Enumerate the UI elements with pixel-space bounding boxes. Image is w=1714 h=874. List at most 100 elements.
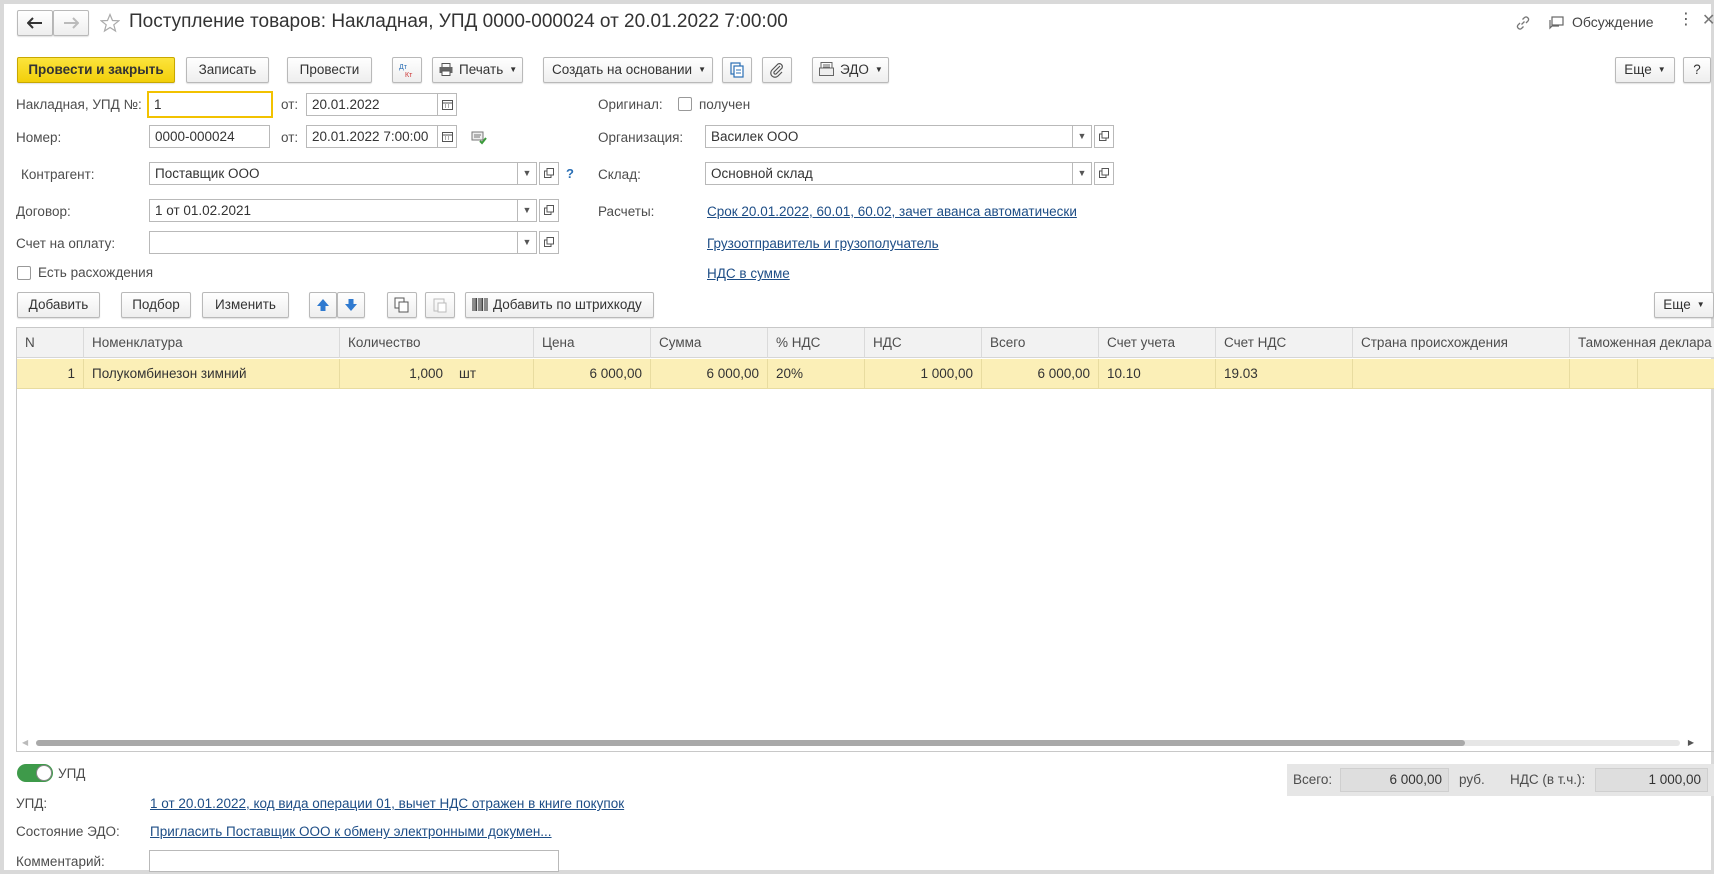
vat-incl-value: 1 000,00 bbox=[1595, 768, 1708, 792]
invoice-date-input[interactable]: 20.01.2022 bbox=[306, 93, 439, 116]
contract-open-button[interactable] bbox=[539, 199, 559, 222]
column-header-sum[interactable]: Сумма bbox=[651, 328, 768, 358]
shipper-consignee-link[interactable]: Грузоотправитель и грузополучатель bbox=[707, 236, 939, 251]
back-button[interactable] bbox=[17, 10, 53, 36]
post-and-close-button[interactable]: Провести и закрыть bbox=[17, 57, 175, 83]
organization-input[interactable]: Василек ООО bbox=[705, 125, 1074, 148]
invoice-date-from-label: от: bbox=[281, 97, 299, 112]
change-button[interactable]: Изменить bbox=[202, 292, 289, 318]
column-header-vat-account[interactable]: Счет НДС bbox=[1216, 328, 1353, 358]
discrepancies-checkbox[interactable] bbox=[17, 266, 31, 280]
column-header-vat[interactable]: НДС bbox=[865, 328, 982, 358]
warehouse-open-button[interactable] bbox=[1094, 162, 1114, 185]
print-button[interactable]: Печать ▼ bbox=[432, 57, 523, 83]
upd-toggle[interactable] bbox=[17, 764, 53, 782]
column-header-country[interactable]: Страна происхождения bbox=[1353, 328, 1570, 358]
column-header-account[interactable]: Счет учета bbox=[1099, 328, 1216, 358]
paperclip-icon bbox=[770, 63, 783, 78]
organization-dropdown[interactable]: ▼ bbox=[1072, 125, 1092, 148]
chevron-down-icon: ▼ bbox=[1077, 131, 1087, 141]
chevron-down-icon: ▼ bbox=[509, 65, 518, 75]
column-header-vat-rate[interactable]: % НДС bbox=[768, 328, 865, 358]
table-more-button[interactable]: Еще ▼ bbox=[1654, 292, 1714, 318]
copy-icon bbox=[394, 297, 409, 313]
contract-dropdown[interactable]: ▼ bbox=[517, 199, 537, 222]
link-icon[interactable] bbox=[1515, 15, 1531, 31]
contract-label: Договор: bbox=[16, 204, 71, 219]
settlements-label: Расчеты: bbox=[598, 204, 655, 219]
barcode-icon bbox=[472, 298, 488, 311]
organization-label: Организация: bbox=[598, 130, 684, 145]
goods-table[interactable]: N Номенклатура Количество Цена Сумма % Н… bbox=[16, 327, 1714, 752]
number-input[interactable]: 0000-000024 bbox=[149, 125, 270, 148]
number-datetime-input[interactable]: 20.01.2022 7:00:00 bbox=[306, 125, 439, 148]
column-header-n[interactable]: N bbox=[17, 328, 84, 358]
settlements-link[interactable]: Срок 20.01.2022, 60.01, 60.02, зачет ава… bbox=[707, 204, 1077, 219]
copy-row-button[interactable] bbox=[387, 292, 417, 318]
move-up-button[interactable] bbox=[309, 292, 337, 318]
dt-kt-button[interactable]: Дт Кт bbox=[392, 57, 422, 83]
column-header-item[interactable]: Номенклатура bbox=[84, 328, 340, 358]
warehouse-dropdown[interactable]: ▼ bbox=[1072, 162, 1092, 185]
scroll-thumb[interactable] bbox=[36, 740, 1465, 746]
calendar-button[interactable] bbox=[437, 93, 457, 116]
create-based-button[interactable]: Создать на основании ▼ bbox=[543, 57, 713, 83]
comment-input[interactable] bbox=[149, 850, 559, 872]
more-button[interactable]: Еще ▼ bbox=[1615, 57, 1675, 83]
pick-button[interactable]: Подбор bbox=[121, 292, 191, 318]
scroll-left-icon[interactable]: ◀ bbox=[22, 737, 28, 749]
discussion-label[interactable]: Обсуждение bbox=[1572, 14, 1654, 30]
paste-button[interactable] bbox=[425, 292, 455, 318]
forward-button[interactable] bbox=[53, 10, 89, 36]
cell-vat-account: 19.03 bbox=[1216, 359, 1353, 389]
payment-account-input[interactable] bbox=[149, 231, 519, 254]
invoice-number-input[interactable]: 1 bbox=[147, 91, 273, 118]
counterparty-help-icon[interactable]: ? bbox=[566, 166, 574, 181]
column-header-qty[interactable]: Количество bbox=[340, 328, 534, 358]
vat-in-sum-link[interactable]: НДС в сумме bbox=[707, 266, 790, 281]
comment-label: Комментарий: bbox=[16, 854, 105, 869]
counterparty-input[interactable]: Поставщик ООО bbox=[149, 162, 519, 185]
printer-icon bbox=[439, 63, 453, 76]
open-window-icon bbox=[544, 205, 554, 215]
column-header-total[interactable]: Всего bbox=[982, 328, 1099, 358]
calendar-button-2[interactable] bbox=[437, 125, 457, 148]
calendar-icon bbox=[441, 100, 453, 110]
table-row[interactable]: 1 Полукомбинезон зимний 1,000 шт 6 000,0… bbox=[17, 359, 1714, 389]
contract-input[interactable]: 1 от 01.02.2021 bbox=[149, 199, 519, 222]
number-edit-icon[interactable] bbox=[471, 131, 487, 145]
column-header-customs[interactable]: Таможенная деклара bbox=[1570, 328, 1714, 358]
counterparty-dropdown[interactable]: ▼ bbox=[517, 162, 537, 185]
discussion-icon[interactable] bbox=[1549, 15, 1565, 31]
warehouse-input[interactable]: Основной склад bbox=[705, 162, 1074, 185]
add-by-barcode-button[interactable]: Добавить по штрихкоду bbox=[465, 292, 654, 318]
payment-account-dropdown[interactable]: ▼ bbox=[517, 231, 537, 254]
table-horizontal-scrollbar[interactable]: ◀ ▶ bbox=[20, 737, 1696, 749]
currency-label: руб. bbox=[1459, 772, 1485, 787]
close-icon[interactable]: ✕ bbox=[1702, 10, 1714, 30]
organization-open-button[interactable] bbox=[1094, 125, 1114, 148]
post-button[interactable]: Провести bbox=[287, 57, 372, 83]
edo-button[interactable]: ЭДО ▼ bbox=[812, 57, 889, 83]
star-icon[interactable] bbox=[100, 13, 120, 33]
edo-state-link[interactable]: Пригласить Поставщик ООО к обмену электр… bbox=[150, 824, 552, 839]
cell-vat: 1 000,00 bbox=[865, 359, 982, 389]
more-vert-icon[interactable]: ⋮ bbox=[1678, 12, 1694, 28]
total-value: 6 000,00 bbox=[1340, 768, 1449, 792]
original-received-checkbox[interactable] bbox=[678, 97, 692, 111]
counterparty-open-button[interactable] bbox=[539, 162, 559, 185]
scroll-right-icon[interactable]: ▶ bbox=[1688, 737, 1694, 749]
structure-button[interactable] bbox=[722, 57, 752, 83]
toggle-knob bbox=[36, 765, 52, 781]
help-button[interactable]: ? bbox=[1683, 57, 1711, 83]
payment-account-open-button[interactable] bbox=[539, 231, 559, 254]
save-button[interactable]: Записать bbox=[186, 57, 269, 83]
upd-link[interactable]: 1 от 20.01.2022, код вида операции 01, в… bbox=[150, 796, 624, 811]
move-down-button[interactable] bbox=[337, 292, 365, 318]
svg-text:Дт: Дт bbox=[399, 64, 408, 71]
add-row-button[interactable]: Добавить bbox=[17, 292, 100, 318]
attach-button[interactable] bbox=[762, 57, 792, 83]
column-header-price[interactable]: Цена bbox=[534, 328, 651, 358]
total-label: Всего: bbox=[1293, 772, 1333, 787]
table-header: N Номенклатура Количество Цена Сумма % Н… bbox=[17, 328, 1714, 358]
